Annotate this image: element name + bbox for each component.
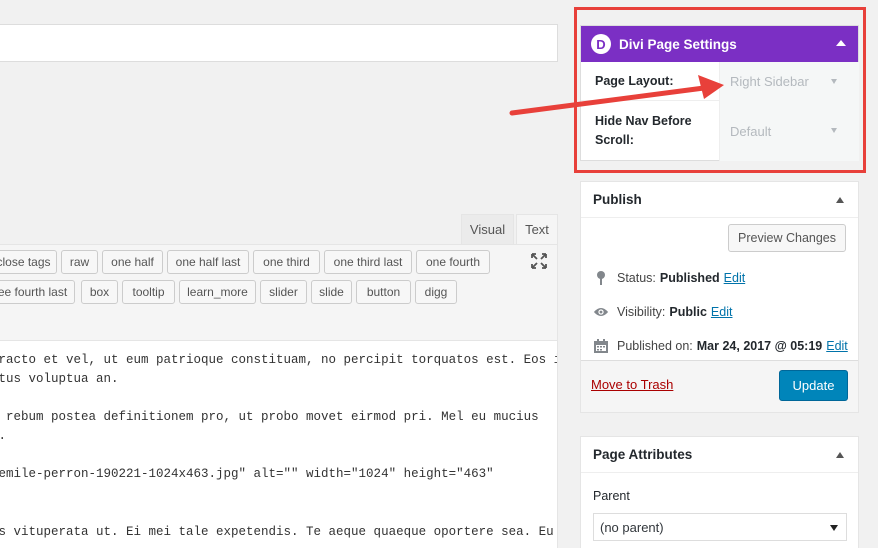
qt-slide-button[interactable]: slide (311, 280, 352, 304)
content-textarea[interactable]: tracto et vel, ut eum patrioque constitu… (0, 340, 558, 548)
qt-learn-more-button[interactable]: learn_more (179, 280, 256, 304)
update-button[interactable]: Update (779, 370, 848, 401)
qt-one-half-last-button[interactable]: one half last (167, 250, 249, 274)
eye-icon (593, 304, 609, 320)
calendar-icon (593, 338, 609, 354)
code-line: /emile-perron-190221-1024x463.jpg" alt="… (0, 467, 494, 481)
preview-changes-button[interactable]: Preview Changes (728, 224, 846, 252)
publish-actions: Move to Trash Update (581, 360, 858, 412)
published-on-value: Mar 24, 2017 @ 05:19 (696, 339, 823, 353)
annotation-arrow-icon (509, 75, 724, 116)
published-on-label: Published on: (617, 339, 693, 353)
qt-raw-button[interactable]: raw (61, 250, 98, 274)
collapse-arrow-icon[interactable] (836, 197, 844, 203)
status-edit-link[interactable]: Edit (724, 271, 746, 285)
status-value: Published (659, 271, 720, 285)
move-to-trash-link[interactable]: Move to Trash (591, 377, 673, 392)
code-line: tracto et vel, ut eum patrioque constitu… (0, 353, 558, 367)
code-line: etus voluptua an. (0, 372, 119, 386)
qt-button-button[interactable]: button (356, 280, 411, 304)
parent-select[interactable]: (no parent) (593, 513, 847, 541)
tab-visual[interactable]: Visual (461, 214, 514, 244)
status-row: Status: Published Edit (593, 270, 745, 286)
pin-icon (593, 270, 609, 286)
qt-three-fourth-last-button[interactable]: ee fourth last (0, 280, 75, 304)
visibility-label: Visibility: (617, 305, 666, 319)
dropdown-arrow-icon (830, 525, 838, 531)
qt-one-fourth-button[interactable]: one fourth (416, 250, 490, 274)
parent-value: (no parent) (600, 519, 664, 535)
qt-tooltip-button[interactable]: tooltip (122, 280, 175, 304)
fullscreen-icon[interactable] (530, 252, 548, 270)
collapse-arrow-icon[interactable] (836, 452, 844, 458)
status-label: Status: (617, 271, 656, 285)
visibility-value: Public (669, 305, 707, 319)
post-title-input[interactable] (0, 24, 558, 62)
page-attributes-metabox: Page Attributes Parent (no parent) (580, 436, 859, 548)
page-attributes-title: Page Attributes (593, 447, 693, 462)
qt-slider-button[interactable]: slider (260, 280, 307, 304)
publish-title: Publish (593, 192, 642, 207)
qt-one-third-button[interactable]: one third (253, 250, 320, 274)
qt-digg-button[interactable]: digg (415, 280, 457, 304)
qt-box-button[interactable]: box (81, 280, 118, 304)
code-line: as vituperata ut. Ei mei tale expetendis… (0, 525, 554, 539)
published-on-row: Published on: Mar 24, 2017 @ 05:19 Edit (593, 338, 848, 354)
qt-one-half-button[interactable]: one half (102, 250, 163, 274)
tab-text[interactable]: Text (516, 214, 558, 244)
published-on-edit-link[interactable]: Edit (826, 339, 848, 353)
code-line: i. (0, 429, 6, 443)
publish-header[interactable]: Publish (581, 182, 858, 218)
publish-metabox: Publish Preview Changes Status: Publishe… (580, 181, 859, 413)
page-attributes-header[interactable]: Page Attributes (581, 437, 858, 473)
visibility-edit-link[interactable]: Edit (711, 305, 733, 319)
qt-one-third-last-button[interactable]: one third last (324, 250, 412, 274)
visibility-row: Visibility: Public Edit (593, 304, 732, 320)
parent-label: Parent (593, 489, 630, 503)
code-line: n rebum postea definitionem pro, ut prob… (0, 410, 539, 424)
qt-close-tags-button[interactable]: close tags (0, 250, 57, 274)
